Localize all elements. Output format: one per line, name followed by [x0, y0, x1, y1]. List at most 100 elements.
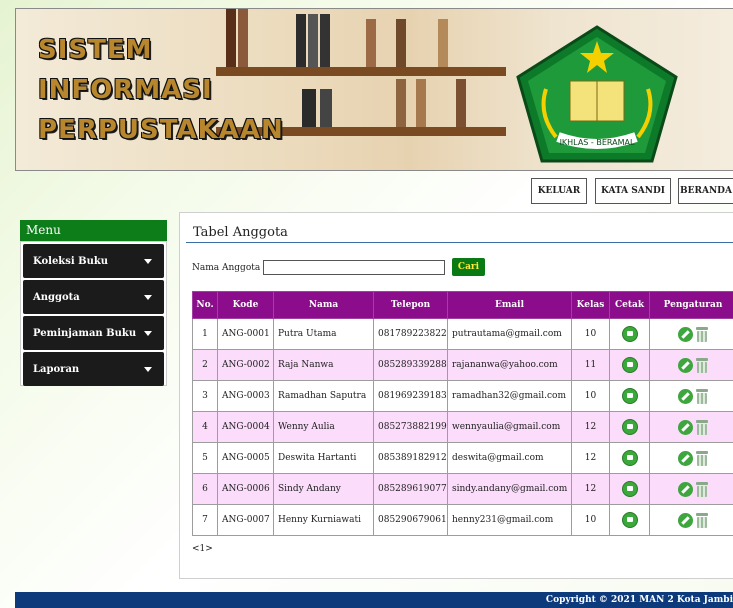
cell-telepon: 085289619077 [373, 473, 448, 505]
cell-pengaturan [649, 411, 733, 443]
sidebar-item-peminjaman-buku[interactable]: Peminjaman Buku [23, 316, 164, 350]
print-icon[interactable] [621, 388, 638, 404]
cell-kelas: 10 [571, 380, 610, 412]
cell-telepon: 085290679061 [373, 504, 448, 536]
table-row: 2 ANG-0002 Raja Nanwa 085289339288 rajan… [192, 349, 733, 381]
edit-icon[interactable] [678, 326, 693, 342]
edit-icon[interactable] [678, 512, 693, 528]
cell-cetak [609, 411, 650, 443]
trash-icon[interactable] [696, 512, 708, 528]
print-icon[interactable] [621, 419, 638, 435]
cell-cetak [609, 442, 650, 474]
cell-kode: ANG-0007 [217, 504, 274, 536]
print-icon[interactable] [621, 357, 638, 373]
cell-email: deswita@gmail.com [447, 442, 572, 474]
print-icon[interactable] [621, 481, 638, 497]
member-name-search-input[interactable] [263, 260, 445, 275]
edit-icon[interactable] [678, 481, 693, 497]
column-header-cetak: Cetak [609, 291, 650, 319]
cell-pengaturan [649, 442, 733, 474]
edit-icon[interactable] [678, 419, 693, 435]
header-banner: SISTEM INFORMASI PERPUSTAKAAN IKHLAS - B… [15, 8, 733, 171]
cell-kelas: 12 [571, 473, 610, 505]
trash-icon[interactable] [696, 357, 708, 373]
cell-pengaturan [649, 473, 733, 505]
table-row: 1 ANG-0001 Putra Utama 081789223822 putr… [192, 318, 733, 350]
pagination[interactable]: <1> [192, 544, 213, 554]
table-row: 6 ANG-0006 Sindy Andany 085289619077 sin… [192, 473, 733, 505]
cell-kode: ANG-0006 [217, 473, 274, 505]
trash-icon[interactable] [696, 450, 708, 466]
cell-cetak [609, 473, 650, 505]
table-row: 3 ANG-0003 Ramadhan Saputra 081969239183… [192, 380, 733, 412]
footer-copyright: Copyright © 2021 MAN 2 Kota Jambi [15, 592, 733, 608]
cell-kode: ANG-0003 [217, 380, 274, 412]
sidebar-item-label: Anggota [33, 291, 80, 303]
cell-kelas: 12 [571, 411, 610, 443]
edit-icon[interactable] [678, 450, 693, 466]
trash-icon[interactable] [696, 419, 708, 435]
caret-down-icon [144, 330, 152, 336]
page-title: Tabel Anggota [193, 225, 288, 240]
cell-email: putrautama@gmail.com [447, 318, 572, 350]
cell-kelas: 12 [571, 442, 610, 474]
cell-no: 7 [192, 504, 218, 536]
cell-nama: Putra Utama [273, 318, 374, 350]
trash-icon[interactable] [696, 388, 708, 404]
print-icon[interactable] [621, 512, 638, 528]
search-button[interactable]: Cari [452, 258, 485, 276]
print-icon[interactable] [621, 326, 638, 342]
logout-button[interactable]: KELUAR [531, 178, 587, 204]
cell-kelas: 10 [571, 504, 610, 536]
sidebar-item-koleksi-buku[interactable]: Koleksi Buku [23, 244, 164, 278]
cell-no: 6 [192, 473, 218, 505]
cell-email: ramadhan32@gmail.com [447, 380, 572, 412]
cell-cetak [609, 349, 650, 381]
cell-telepon: 085273882199 [373, 411, 448, 443]
cell-pengaturan [649, 380, 733, 412]
cell-kode: ANG-0005 [217, 442, 274, 474]
cell-pengaturan [649, 349, 733, 381]
caret-down-icon [144, 294, 152, 300]
sidebar-item-label: Koleksi Buku [33, 255, 109, 267]
change-password-button[interactable]: KATA SANDI [595, 178, 671, 204]
cell-kode: ANG-0002 [217, 349, 274, 381]
cell-cetak [609, 318, 650, 350]
cell-kode: ANG-0001 [217, 318, 274, 350]
home-button[interactable]: BERANDA [678, 178, 733, 204]
print-icon[interactable] [621, 450, 638, 466]
cell-no: 1 [192, 318, 218, 350]
cell-email: wennyaulia@gmail.com [447, 411, 572, 443]
table-row: 5 ANG-0005 Deswita Hartanti 085389182912… [192, 442, 733, 474]
column-header-kode: Kode [217, 291, 274, 319]
cell-nama: Raja Nanwa [273, 349, 374, 381]
search-label: Nama Anggota : [192, 263, 267, 273]
banner-title-line-1: SISTEM [38, 35, 153, 65]
sidebar-item-laporan[interactable]: Laporan [23, 352, 164, 386]
kemenag-logo-icon: IKHLAS - BERAMAL [516, 25, 678, 163]
cell-cetak [609, 504, 650, 536]
column-header-pengaturan: Pengaturan [649, 291, 733, 319]
banner-title-line-2: INFORMASI [38, 75, 213, 105]
member-table: No. Kode Nama Telepon Email Kelas Cetak … [192, 291, 733, 536]
sidebar-item-anggota[interactable]: Anggota [23, 280, 164, 314]
caret-down-icon [144, 258, 152, 264]
sidebar-item-label: Peminjaman Buku [33, 327, 137, 339]
cell-email: sindy.andany@gmail.com [447, 473, 572, 505]
cell-no: 3 [192, 380, 218, 412]
trash-icon[interactable] [696, 326, 708, 342]
cell-telepon: 085389182912 [373, 442, 448, 474]
edit-icon[interactable] [678, 388, 693, 404]
column-header-no: No. [192, 291, 218, 319]
table-row: 7 ANG-0007 Henny Kurniawati 085290679061… [192, 504, 733, 536]
trash-icon[interactable] [696, 481, 708, 497]
cell-telepon: 081789223822 [373, 318, 448, 350]
cell-nama: Henny Kurniawati [273, 504, 374, 536]
edit-icon[interactable] [678, 357, 693, 373]
sidebar-title: Menu [20, 220, 167, 241]
cell-kelas: 10 [571, 318, 610, 350]
column-header-kelas: Kelas [571, 291, 610, 319]
sidebar-menu: Koleksi Buku Anggota Peminjaman Buku Lap… [20, 241, 167, 386]
cell-cetak [609, 380, 650, 412]
bookshelf-image [216, 9, 506, 170]
